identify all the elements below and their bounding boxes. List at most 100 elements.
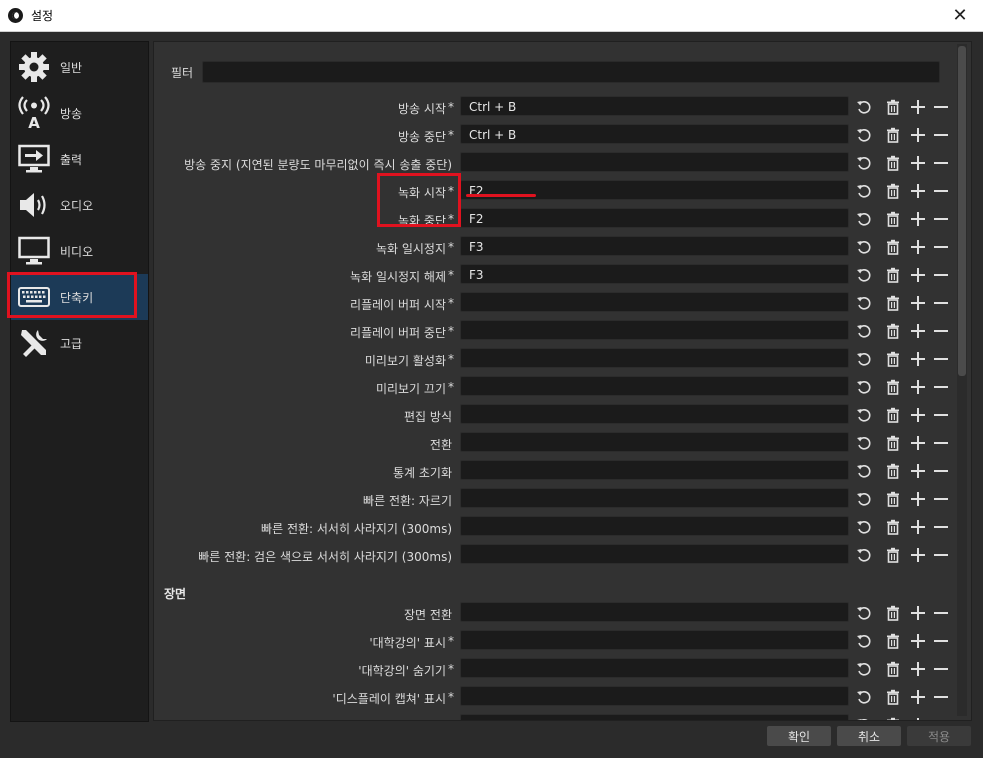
trash-icon[interactable]	[883, 97, 903, 117]
revert-icon[interactable]	[854, 545, 874, 565]
hotkey-input[interactable]: F3	[460, 264, 849, 284]
hotkey-input[interactable]: Ctrl + B	[460, 96, 849, 116]
hotkey-input[interactable]	[460, 292, 849, 312]
sidebar-item-general[interactable]: 일반	[11, 44, 148, 90]
plus-icon[interactable]	[908, 603, 928, 623]
revert-icon[interactable]	[854, 265, 874, 285]
revert-icon[interactable]	[854, 715, 874, 720]
trash-icon[interactable]	[883, 715, 903, 720]
sidebar-item-stream[interactable]: A 방송	[11, 90, 148, 136]
vertical-scrollbar[interactable]	[957, 44, 967, 716]
plus-icon[interactable]	[908, 265, 928, 285]
trash-icon[interactable]	[883, 545, 903, 565]
minus-icon[interactable]	[931, 545, 951, 565]
revert-icon[interactable]	[854, 293, 874, 313]
plus-icon[interactable]	[908, 517, 928, 537]
minus-icon[interactable]	[931, 153, 951, 173]
scrollbar-thumb[interactable]	[958, 46, 966, 376]
trash-icon[interactable]	[883, 293, 903, 313]
hotkey-input[interactable]	[460, 516, 849, 536]
plus-icon[interactable]	[908, 293, 928, 313]
revert-icon[interactable]	[854, 181, 874, 201]
revert-icon[interactable]	[854, 687, 874, 707]
cancel-button[interactable]: 취소	[837, 726, 901, 746]
revert-icon[interactable]	[854, 405, 874, 425]
hotkey-input[interactable]	[460, 686, 849, 706]
revert-icon[interactable]	[854, 489, 874, 509]
hotkey-input[interactable]	[460, 602, 849, 622]
plus-icon[interactable]	[908, 125, 928, 145]
trash-icon[interactable]	[883, 153, 903, 173]
revert-icon[interactable]	[854, 461, 874, 481]
trash-icon[interactable]	[883, 125, 903, 145]
trash-icon[interactable]	[883, 461, 903, 481]
sidebar-item-video[interactable]: 비디오	[11, 228, 148, 274]
sidebar-item-advanced[interactable]: 고급	[11, 320, 148, 366]
trash-icon[interactable]	[883, 237, 903, 257]
minus-icon[interactable]	[931, 293, 951, 313]
plus-icon[interactable]	[908, 209, 928, 229]
revert-icon[interactable]	[854, 631, 874, 651]
revert-icon[interactable]	[854, 125, 874, 145]
plus-icon[interactable]	[908, 349, 928, 369]
hotkey-input[interactable]: F2	[460, 180, 849, 200]
trash-icon[interactable]	[883, 603, 903, 623]
plus-icon[interactable]	[908, 545, 928, 565]
minus-icon[interactable]	[931, 321, 951, 341]
revert-icon[interactable]	[854, 659, 874, 679]
hotkey-input[interactable]	[460, 544, 849, 564]
minus-icon[interactable]	[931, 349, 951, 369]
minus-icon[interactable]	[931, 97, 951, 117]
plus-icon[interactable]	[908, 715, 928, 720]
plus-icon[interactable]	[908, 405, 928, 425]
revert-icon[interactable]	[854, 603, 874, 623]
trash-icon[interactable]	[883, 433, 903, 453]
trash-icon[interactable]	[883, 405, 903, 425]
minus-icon[interactable]	[931, 631, 951, 651]
trash-icon[interactable]	[883, 687, 903, 707]
apply-button[interactable]: 적용	[907, 726, 971, 746]
minus-icon[interactable]	[931, 209, 951, 229]
trash-icon[interactable]	[883, 321, 903, 341]
plus-icon[interactable]	[908, 631, 928, 651]
plus-icon[interactable]	[908, 97, 928, 117]
trash-icon[interactable]	[883, 659, 903, 679]
minus-icon[interactable]	[931, 715, 951, 720]
hotkey-input[interactable]: F3	[460, 236, 849, 256]
ok-button[interactable]: 확인	[767, 726, 831, 746]
minus-icon[interactable]	[931, 405, 951, 425]
minus-icon[interactable]	[931, 265, 951, 285]
plus-icon[interactable]	[908, 433, 928, 453]
minus-icon[interactable]	[931, 125, 951, 145]
minus-icon[interactable]	[931, 461, 951, 481]
plus-icon[interactable]	[908, 181, 928, 201]
plus-icon[interactable]	[908, 237, 928, 257]
plus-icon[interactable]	[908, 377, 928, 397]
revert-icon[interactable]	[854, 517, 874, 537]
trash-icon[interactable]	[883, 377, 903, 397]
minus-icon[interactable]	[931, 433, 951, 453]
minus-icon[interactable]	[931, 377, 951, 397]
sidebar-item-output[interactable]: 출력	[11, 136, 148, 182]
hotkey-input[interactable]: F2	[460, 208, 849, 228]
hotkey-input[interactable]: Ctrl + B	[460, 124, 849, 144]
hotkey-input[interactable]	[460, 404, 849, 424]
minus-icon[interactable]	[931, 659, 951, 679]
minus-icon[interactable]	[931, 181, 951, 201]
plus-icon[interactable]	[908, 321, 928, 341]
revert-icon[interactable]	[854, 209, 874, 229]
close-icon[interactable]: ✕	[937, 0, 983, 31]
plus-icon[interactable]	[908, 489, 928, 509]
sidebar-item-audio[interactable]: 오디오	[11, 182, 148, 228]
hotkey-input[interactable]	[460, 460, 849, 480]
revert-icon[interactable]	[854, 433, 874, 453]
trash-icon[interactable]	[883, 181, 903, 201]
trash-icon[interactable]	[883, 265, 903, 285]
revert-icon[interactable]	[854, 349, 874, 369]
trash-icon[interactable]	[883, 517, 903, 537]
revert-icon[interactable]	[854, 97, 874, 117]
hotkey-input[interactable]	[460, 488, 849, 508]
trash-icon[interactable]	[883, 349, 903, 369]
minus-icon[interactable]	[931, 517, 951, 537]
plus-icon[interactable]	[908, 659, 928, 679]
